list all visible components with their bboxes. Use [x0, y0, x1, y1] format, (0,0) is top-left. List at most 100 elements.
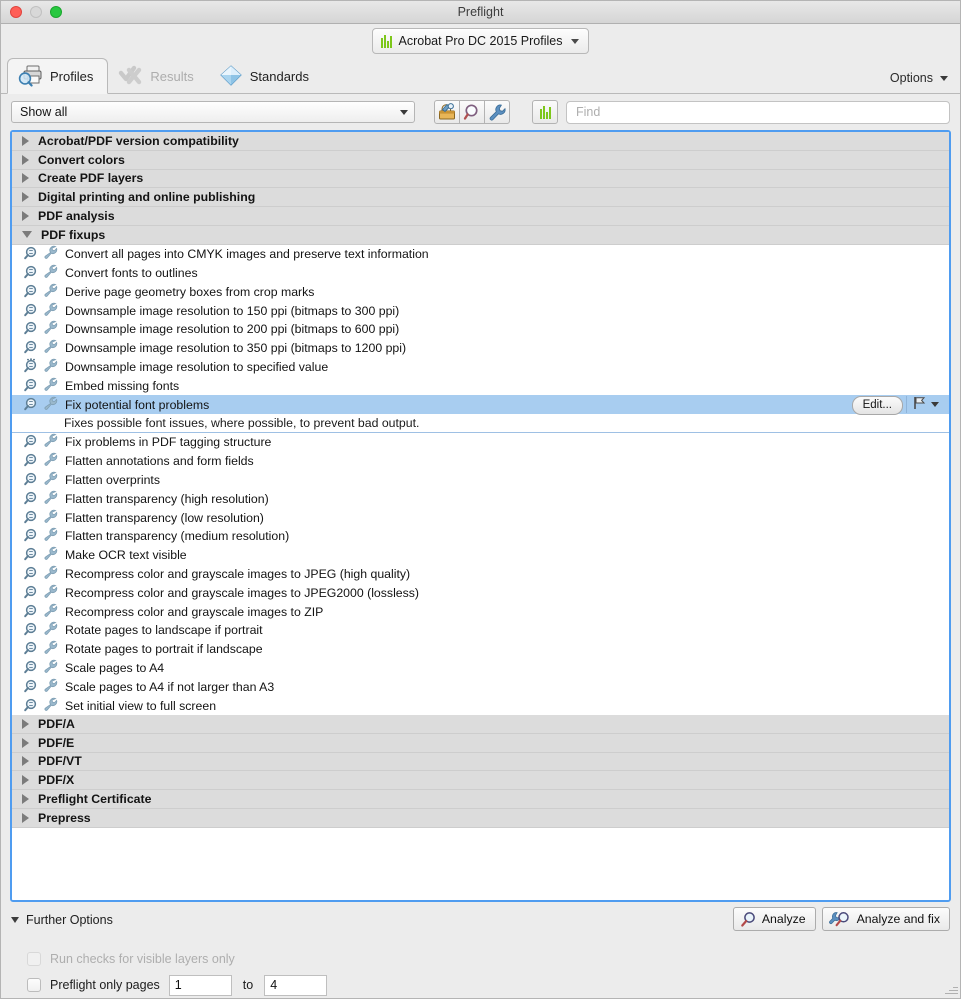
list-group-label: Create PDF layers [38, 171, 143, 185]
edit-button[interactable]: Edit... [852, 396, 903, 415]
list-group-label: Convert colors [38, 153, 125, 167]
list-item-icons [23, 565, 65, 583]
profile-list[interactable]: Acrobat/PDF version compatibility Convert… [12, 132, 949, 900]
list-group-row[interactable]: Convert colors [12, 151, 949, 170]
list-group-row[interactable]: PDF/A [12, 715, 949, 734]
preflight-pages-checkbox[interactable] [27, 978, 41, 992]
magnifier-icon [23, 471, 39, 489]
list-item[interactable]: Fix problems in PDF tagging structure [12, 433, 949, 452]
wrench-icon [43, 377, 59, 395]
preflight-pages-row: Preflight only pages 1 to 4 [27, 972, 950, 998]
list-item[interactable]: Embed missing fonts [12, 376, 949, 395]
favorites-button[interactable] [532, 100, 558, 124]
analyze-button[interactable]: Analyze [733, 907, 816, 931]
magnifier-icon [23, 509, 39, 527]
list-item-selected[interactable]: Fix potential font problemsEdit... [12, 395, 949, 414]
list-item[interactable]: Recompress color and grayscale images to… [12, 583, 949, 602]
list-item[interactable]: Downsample image resolution to specified… [12, 358, 949, 377]
list-group-row[interactable]: PDF fixups [12, 226, 949, 245]
triangle-right-icon[interactable] [22, 719, 29, 729]
preflight-pages-label: Preflight only pages [50, 978, 160, 992]
inspect-button[interactable] [459, 100, 485, 124]
chevron-down-icon [931, 402, 939, 407]
triangle-right-icon[interactable] [22, 155, 29, 165]
list-item[interactable]: Downsample image resolution to 350 ppi (… [12, 339, 949, 358]
list-group-row[interactable]: PDF analysis [12, 207, 949, 226]
triangle-right-icon[interactable] [22, 136, 29, 146]
list-group-row[interactable]: PDF/X [12, 771, 949, 790]
triangle-right-icon[interactable] [22, 756, 29, 766]
list-group-row[interactable]: Prepress [12, 809, 949, 828]
triangle-down-icon[interactable] [22, 231, 32, 238]
list-item[interactable]: Flatten transparency (medium resolution) [12, 527, 949, 546]
triangle-right-icon[interactable] [22, 775, 29, 785]
list-item[interactable]: Convert fonts to outlines [12, 264, 949, 283]
list-item-label: Downsample image resolution to 350 ppi (… [65, 341, 406, 355]
magnifier-icon [23, 377, 39, 395]
new-profile-button[interactable] [434, 100, 460, 124]
fixup-button[interactable] [484, 100, 510, 124]
profile-set-label: Acrobat Pro DC 2015 Profiles [399, 34, 563, 48]
flag-dropdown[interactable] [906, 396, 939, 413]
list-item[interactable]: Downsample image resolution to 150 ppi (… [12, 301, 949, 320]
triangle-right-icon[interactable] [22, 173, 29, 183]
list-group-row[interactable]: Digital printing and online publishing [12, 188, 949, 207]
profile-list-panel[interactable]: Acrobat/PDF version compatibility Convert… [10, 130, 951, 902]
list-item[interactable]: Flatten transparency (low resolution) [12, 508, 949, 527]
list-item[interactable]: Recompress color and grayscale images to… [12, 565, 949, 584]
filter-dropdown[interactable]: Show all [11, 101, 415, 123]
list-item[interactable]: Rotate pages to landscape if portrait [12, 621, 949, 640]
list-group-row[interactable]: Create PDF layers [12, 170, 949, 189]
list-item[interactable]: Flatten overprints [12, 471, 949, 490]
options-button[interactable]: Options [890, 71, 948, 85]
profile-set-dropdown[interactable]: Acrobat Pro DC 2015 Profiles [372, 28, 590, 54]
tab-profiles[interactable]: Profiles [7, 58, 108, 94]
list-item[interactable]: Recompress color and grayscale images to… [12, 602, 949, 621]
analyze-and-fix-button[interactable]: Analyze and fix [822, 907, 950, 931]
triangle-right-icon[interactable] [22, 192, 29, 202]
footer-options: Run checks for visible layers only Prefl… [11, 930, 950, 998]
magnifier-icon [23, 320, 39, 338]
list-item[interactable]: Set initial view to full screen [12, 696, 949, 715]
bar-chart-icon [540, 106, 551, 119]
list-item[interactable]: Scale pages to A4 if not larger than A3 [12, 677, 949, 696]
list-group-row[interactable]: Acrobat/PDF version compatibility [12, 132, 949, 151]
page-from-input[interactable]: 1 [169, 975, 232, 996]
list-item[interactable]: Flatten annotations and form fields [12, 452, 949, 471]
diamond-icon [218, 64, 244, 88]
wrench-icon [43, 264, 59, 282]
triangle-right-icon[interactable] [22, 211, 29, 221]
resize-grip[interactable] [945, 983, 958, 996]
list-group-row[interactable]: PDF/VT [12, 753, 949, 772]
list-item[interactable]: Make OCR text visible [12, 546, 949, 565]
list-group-row[interactable]: Preflight Certificate [12, 790, 949, 809]
triangle-right-icon[interactable] [22, 794, 29, 804]
wrench-icon [43, 565, 59, 583]
maximize-button[interactable] [50, 6, 62, 18]
close-button[interactable] [10, 6, 22, 18]
wrench-icon [43, 471, 59, 489]
list-group-row[interactable]: PDF/E [12, 734, 949, 753]
page-to-input[interactable]: 4 [264, 975, 327, 996]
list-item-icons [23, 302, 65, 320]
list-item[interactable]: Downsample image resolution to 200 ppi (… [12, 320, 949, 339]
tab-standards[interactable]: Standards [208, 59, 323, 93]
wrench-icon [43, 358, 59, 376]
list-item[interactable]: Rotate pages to portrait if landscape [12, 640, 949, 659]
triangle-right-icon[interactable] [22, 813, 29, 823]
visible-layers-row: Run checks for visible layers only [27, 946, 950, 972]
list-item[interactable]: Flatten transparency (high resolution) [12, 489, 949, 508]
list-item[interactable]: Convert all pages into CMYK images and p… [12, 245, 949, 264]
list-item-icons [23, 659, 65, 677]
search-input[interactable]: Find [566, 101, 950, 124]
visible-layers-checkbox[interactable] [27, 952, 41, 966]
minimize-button[interactable] [30, 6, 42, 18]
list-item-icons [23, 527, 65, 545]
list-item-label: Set initial view to full screen [65, 699, 216, 713]
list-item[interactable]: Scale pages to A4 [12, 659, 949, 678]
tab-results[interactable]: Results [108, 59, 207, 93]
further-options-label: Further Options [26, 913, 113, 927]
triangle-right-icon[interactable] [22, 738, 29, 748]
magnifier-icon [23, 584, 39, 602]
list-item[interactable]: Derive page geometry boxes from crop mar… [12, 282, 949, 301]
